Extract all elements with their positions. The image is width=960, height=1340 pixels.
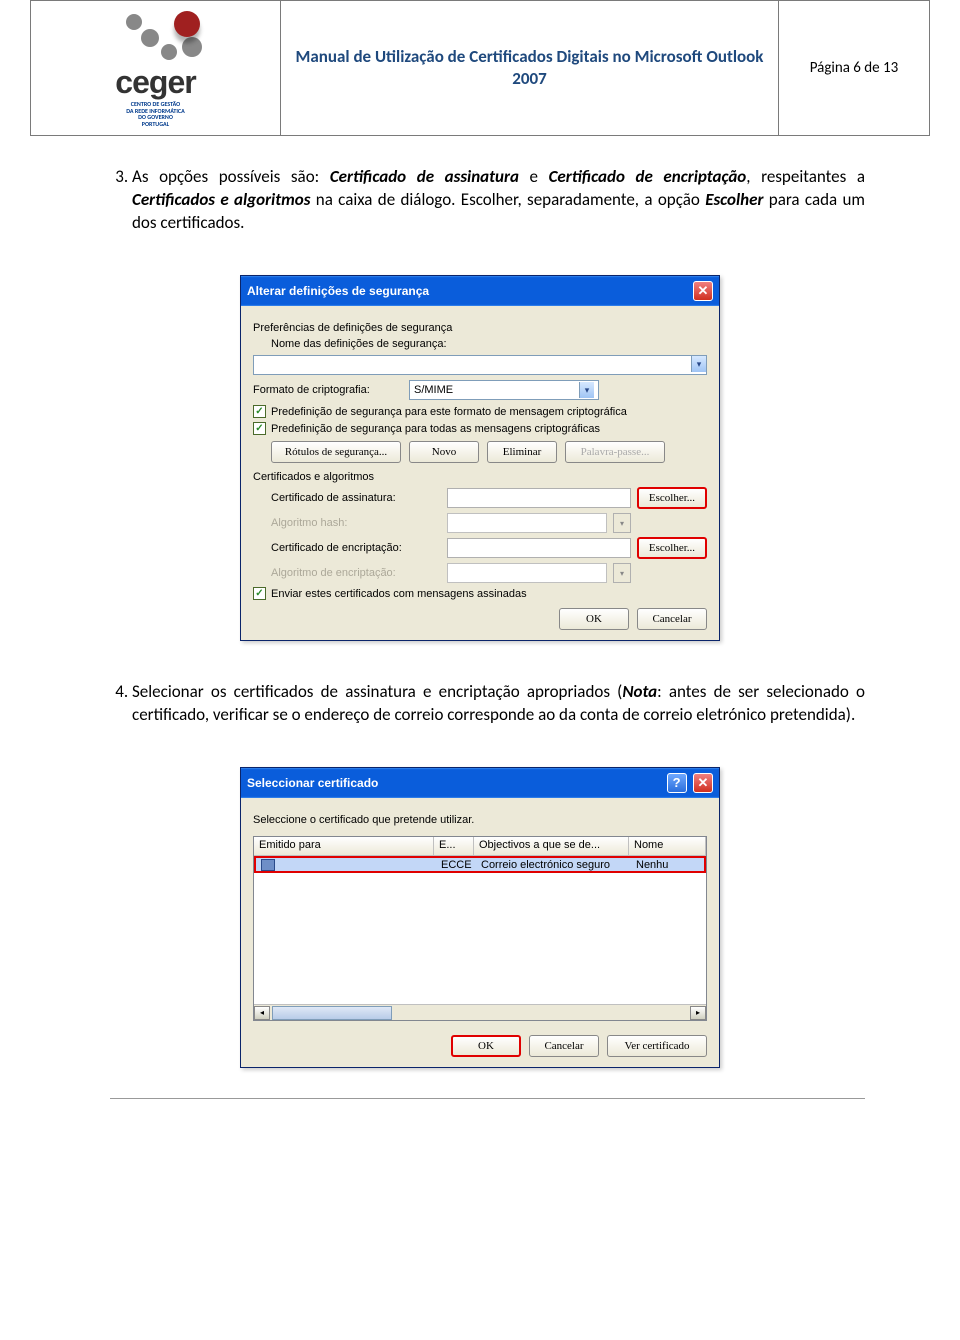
logo-word: ceger [96,64,216,101]
format-select[interactable]: S/MIME ▾ [409,380,599,400]
col-e[interactable]: E... [434,837,474,855]
checkbox-chk3[interactable]: ✓ [253,587,266,600]
dialog-title: Seleccionar certificado [247,776,378,790]
view-certificate-button[interactable]: Ver certificado [607,1035,707,1057]
page-header: ceger CENTRO DE GESTÃO DA REDE INFORMÁTI… [30,0,930,136]
list-header: Emitido para E... Objectivos a que se de… [254,837,706,856]
chevron-down-icon: ▾ [613,513,631,533]
password-button: Palavra-passe... [565,441,665,463]
novo-button[interactable]: Novo [409,441,479,463]
select-certificate-dialog: Seleccionar certificado ? ✕ Seleccione o… [240,767,720,1068]
scroll-thumb[interactable] [272,1006,392,1020]
prefs-section-label: Preferências de definições de segurança [253,322,707,334]
alg-enc-field [447,563,607,583]
chk1-label: Predefinição de segurança para este form… [271,406,627,418]
checkbox-chk2[interactable]: ✓ [253,422,266,435]
horizontal-scrollbar[interactable]: ◂ ▸ [254,1004,706,1020]
titlebar[interactable]: Seleccionar certificado ? ✕ [241,768,719,798]
labels-button[interactable]: Rótulos de segurança... [271,441,401,463]
page-number: Página 6 de 13 [779,1,929,135]
footer-rule [110,1098,865,1099]
chk3-label: Enviar estes certificados com mensagens … [271,588,527,600]
scroll-left-icon[interactable]: ◂ [254,1006,270,1020]
close-icon[interactable]: ✕ [693,773,713,793]
logo-cell: ceger CENTRO DE GESTÃO DA REDE INFORMÁTI… [31,1,281,135]
escolher-sign-button[interactable]: Escolher... [637,487,707,509]
scroll-right-icon[interactable]: ▸ [690,1006,706,1020]
certificate-listview[interactable]: Emitido para E... Objectivos a que se de… [253,836,707,1021]
chevron-down-icon: ▾ [613,563,631,583]
ok-button[interactable]: OK [451,1035,521,1057]
close-icon[interactable]: ✕ [693,281,713,301]
instruction-4: Selecionar os certificados de assinatura… [132,681,865,727]
checkbox-chk1[interactable]: ✓ [253,405,266,418]
hash-field [447,513,607,533]
security-settings-dialog: Alterar definições de segurança ✕ Prefer… [240,275,720,641]
col-objectivos[interactable]: Objectivos a que se de... [474,837,629,855]
certificate-icon [261,859,275,871]
col-emitido[interactable]: Emitido para [254,837,434,855]
cert-enc-label: Certificado de encriptação: [271,542,441,554]
eliminar-button[interactable]: Eliminar [487,441,557,463]
help-icon[interactable]: ? [667,773,687,793]
cancel-button[interactable]: Cancelar [637,608,707,630]
intro-text: Seleccione o certificado que pretende ut… [253,814,707,826]
cert-sign-field [447,488,631,508]
certs-section-label: Certificados e algoritmos [253,471,707,483]
titlebar[interactable]: Alterar definições de segurança ✕ [241,276,719,306]
escolher-enc-button[interactable]: Escolher... [637,537,707,559]
ok-button[interactable]: OK [559,608,629,630]
name-label: Nome das definições de segurança: [271,338,707,350]
col-nome[interactable]: Nome [629,837,706,855]
alg-enc-label: Algoritmo de encriptação: [271,567,441,579]
chevron-down-icon[interactable]: ▾ [579,382,594,398]
certificate-row[interactable]: ECCE Correio electrónico seguro Nenhu [254,856,706,873]
chk2-label: Predefinição de segurança para todas as … [271,423,600,435]
instruction-3: As opções possíveis são: Certificado de … [132,166,865,235]
format-label: Formato de criptografia: [253,384,403,396]
cert-enc-field [447,538,631,558]
logo-sub4: PORTUGAL [96,121,216,128]
chevron-down-icon[interactable]: ▾ [691,356,706,372]
cert-sign-label: Certificado de assinatura: [271,492,441,504]
cancel-button[interactable]: Cancelar [529,1035,599,1057]
hash-label: Algoritmo hash: [271,517,441,529]
doc-title: Manual de Utilização de Certificados Dig… [281,1,779,135]
dialog-title: Alterar definições de segurança [247,284,429,298]
